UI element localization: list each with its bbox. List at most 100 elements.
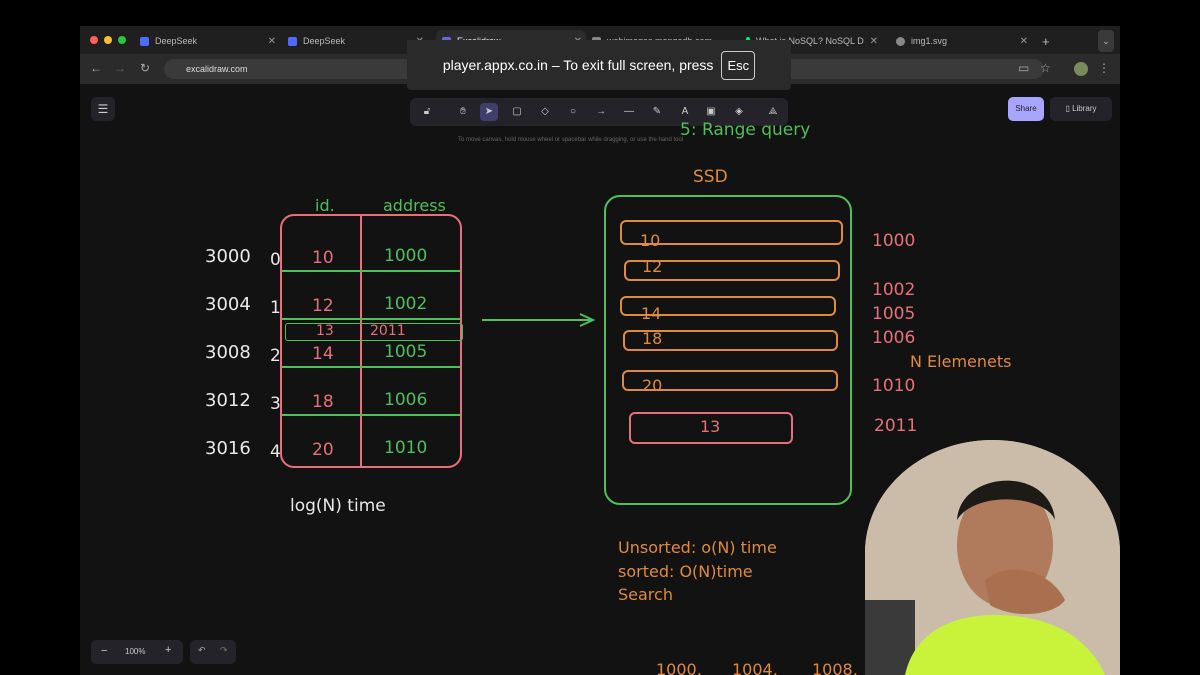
n-elements-text: N Elemenets: [910, 352, 1012, 371]
tab-img1[interactable]: img1.svg ✕: [896, 30, 1032, 52]
zoom-controls: − 100% +: [91, 640, 183, 664]
tab-label: DeepSeek: [155, 36, 198, 46]
image-icon[interactable]: ▣: [702, 103, 720, 121]
bottom-value: 1004,: [732, 660, 778, 675]
diamond-icon[interactable]: ◇: [536, 103, 554, 121]
tab-label: img1.svg: [911, 36, 948, 46]
id-value: 10: [312, 248, 334, 268]
eraser-icon[interactable]: ◈: [730, 103, 748, 121]
log-time-text: log(N) time: [290, 496, 386, 516]
back-icon[interactable]: ←: [90, 61, 102, 75]
memory-address: 3016: [205, 438, 251, 459]
ssd-address: 1006: [872, 328, 916, 348]
ssd-value: 13: [700, 417, 721, 436]
ssd-value: 18: [642, 329, 663, 348]
fullscreen-message: player.appx.co.in – To exit full screen,…: [442, 57, 714, 73]
minimize-window-button[interactable]: [104, 36, 112, 44]
arrow-to-ssd: [482, 313, 596, 327]
hand-icon[interactable]: ✋︎: [454, 103, 472, 121]
tab-deepseek-1[interactable]: DeepSeek ✕: [140, 30, 280, 52]
presenter-webcam: [865, 440, 1120, 675]
fullscreen-banner: player.appx.co.in – To exit full screen,…: [407, 40, 791, 90]
memory-address: 3012: [205, 390, 251, 411]
row-index: 0: [270, 250, 281, 270]
library-label: Library: [1072, 104, 1097, 113]
ssd-address: 1002: [872, 280, 916, 300]
tab-label: DeepSeek: [303, 36, 346, 46]
library-button[interactable]: ▯ Library: [1050, 97, 1112, 121]
selection-icon[interactable]: ➤: [480, 103, 498, 121]
close-icon[interactable]: ✕: [268, 36, 276, 47]
presenter-video: [865, 440, 1120, 675]
ssd-value: 10: [640, 231, 661, 250]
inserted-id: 13: [316, 323, 334, 339]
cast-icon[interactable]: ▭: [1018, 61, 1029, 75]
share-button[interactable]: Share: [1008, 97, 1044, 121]
ssd-value: 14: [641, 304, 662, 323]
redo-icon[interactable]: ↷: [220, 645, 228, 656]
bottom-value: 1008,: [812, 660, 858, 675]
esc-key: Esc: [721, 50, 756, 80]
ellipse-icon[interactable]: ○: [564, 103, 582, 121]
column-header-id: id.: [315, 196, 335, 215]
undo-icon[interactable]: ↶: [198, 645, 206, 656]
ssd-value: 12: [642, 257, 663, 276]
deepseek-icon: [288, 36, 297, 46]
sorted-text: sorted: O(N)time: [618, 562, 753, 581]
text-icon[interactable]: A: [676, 103, 694, 121]
globe-icon: [896, 36, 905, 46]
forward-icon[interactable]: →: [114, 61, 126, 75]
more-menu-icon[interactable]: ⋮: [1098, 61, 1110, 75]
lock-icon[interactable]: 🔓︎: [418, 103, 436, 121]
ssd-value: 20: [642, 376, 663, 395]
row-index: 4: [270, 442, 281, 462]
more-tools-icon[interactable]: ⟁: [764, 103, 782, 121]
range-query-text: 5: Range query: [680, 120, 811, 140]
line-icon[interactable]: —: [620, 103, 638, 121]
bottom-value: 1000,: [656, 660, 702, 675]
url-text: excalidraw.com: [186, 64, 248, 74]
column-header-address: address: [383, 196, 446, 215]
address-value: 1002: [384, 294, 428, 314]
zoom-level[interactable]: 100%: [125, 647, 145, 656]
close-icon[interactable]: ✕: [870, 36, 878, 47]
memory-address: 3008: [205, 342, 251, 363]
address-value: 1005: [384, 342, 428, 362]
row-line: [282, 270, 460, 272]
memory-address: 3000: [205, 246, 251, 267]
row-index: 2: [270, 346, 281, 366]
row-index: 1: [270, 298, 281, 318]
undo-redo-controls: ↶ ↷: [190, 640, 236, 664]
profile-avatar[interactable]: [1074, 62, 1088, 76]
zoom-in-button[interactable]: +: [165, 644, 171, 656]
close-window-button[interactable]: [90, 36, 98, 44]
inserted-address: 2011: [370, 323, 406, 339]
close-icon[interactable]: ✕: [1020, 36, 1028, 47]
row-index: 3: [270, 394, 281, 414]
address-value: 1006: [384, 390, 428, 410]
new-tab-button[interactable]: +: [1042, 30, 1056, 52]
id-value: 18: [312, 392, 334, 412]
ssd-address: 1005: [872, 304, 916, 324]
address-value: 1010: [384, 438, 428, 458]
address-value: 1000: [384, 246, 428, 266]
zoom-out-button[interactable]: −: [101, 645, 107, 657]
tab-search-button[interactable]: ⌄: [1098, 30, 1114, 52]
memory-address: 3004: [205, 294, 251, 315]
maximize-window-button[interactable]: [118, 36, 126, 44]
id-value: 12: [312, 296, 334, 316]
pencil-icon[interactable]: ✎: [648, 103, 666, 121]
ssd-address: 1010: [872, 376, 916, 396]
column-divider: [360, 215, 362, 467]
index-table-box: [280, 214, 462, 468]
main-menu-button[interactable]: ☰: [91, 97, 115, 121]
arrow-icon[interactable]: →: [592, 103, 610, 121]
rectangle-icon[interactable]: ▢: [508, 103, 526, 121]
id-value: 14: [312, 344, 334, 364]
row-line: [282, 414, 460, 416]
deepseek-icon: [140, 36, 149, 46]
bookmark-star-icon[interactable]: ☆: [1040, 61, 1051, 75]
reload-icon[interactable]: ↻: [140, 61, 150, 75]
unsorted-text: Unsorted: o(N) time: [618, 538, 777, 557]
ssd-address: 1000: [872, 231, 916, 251]
